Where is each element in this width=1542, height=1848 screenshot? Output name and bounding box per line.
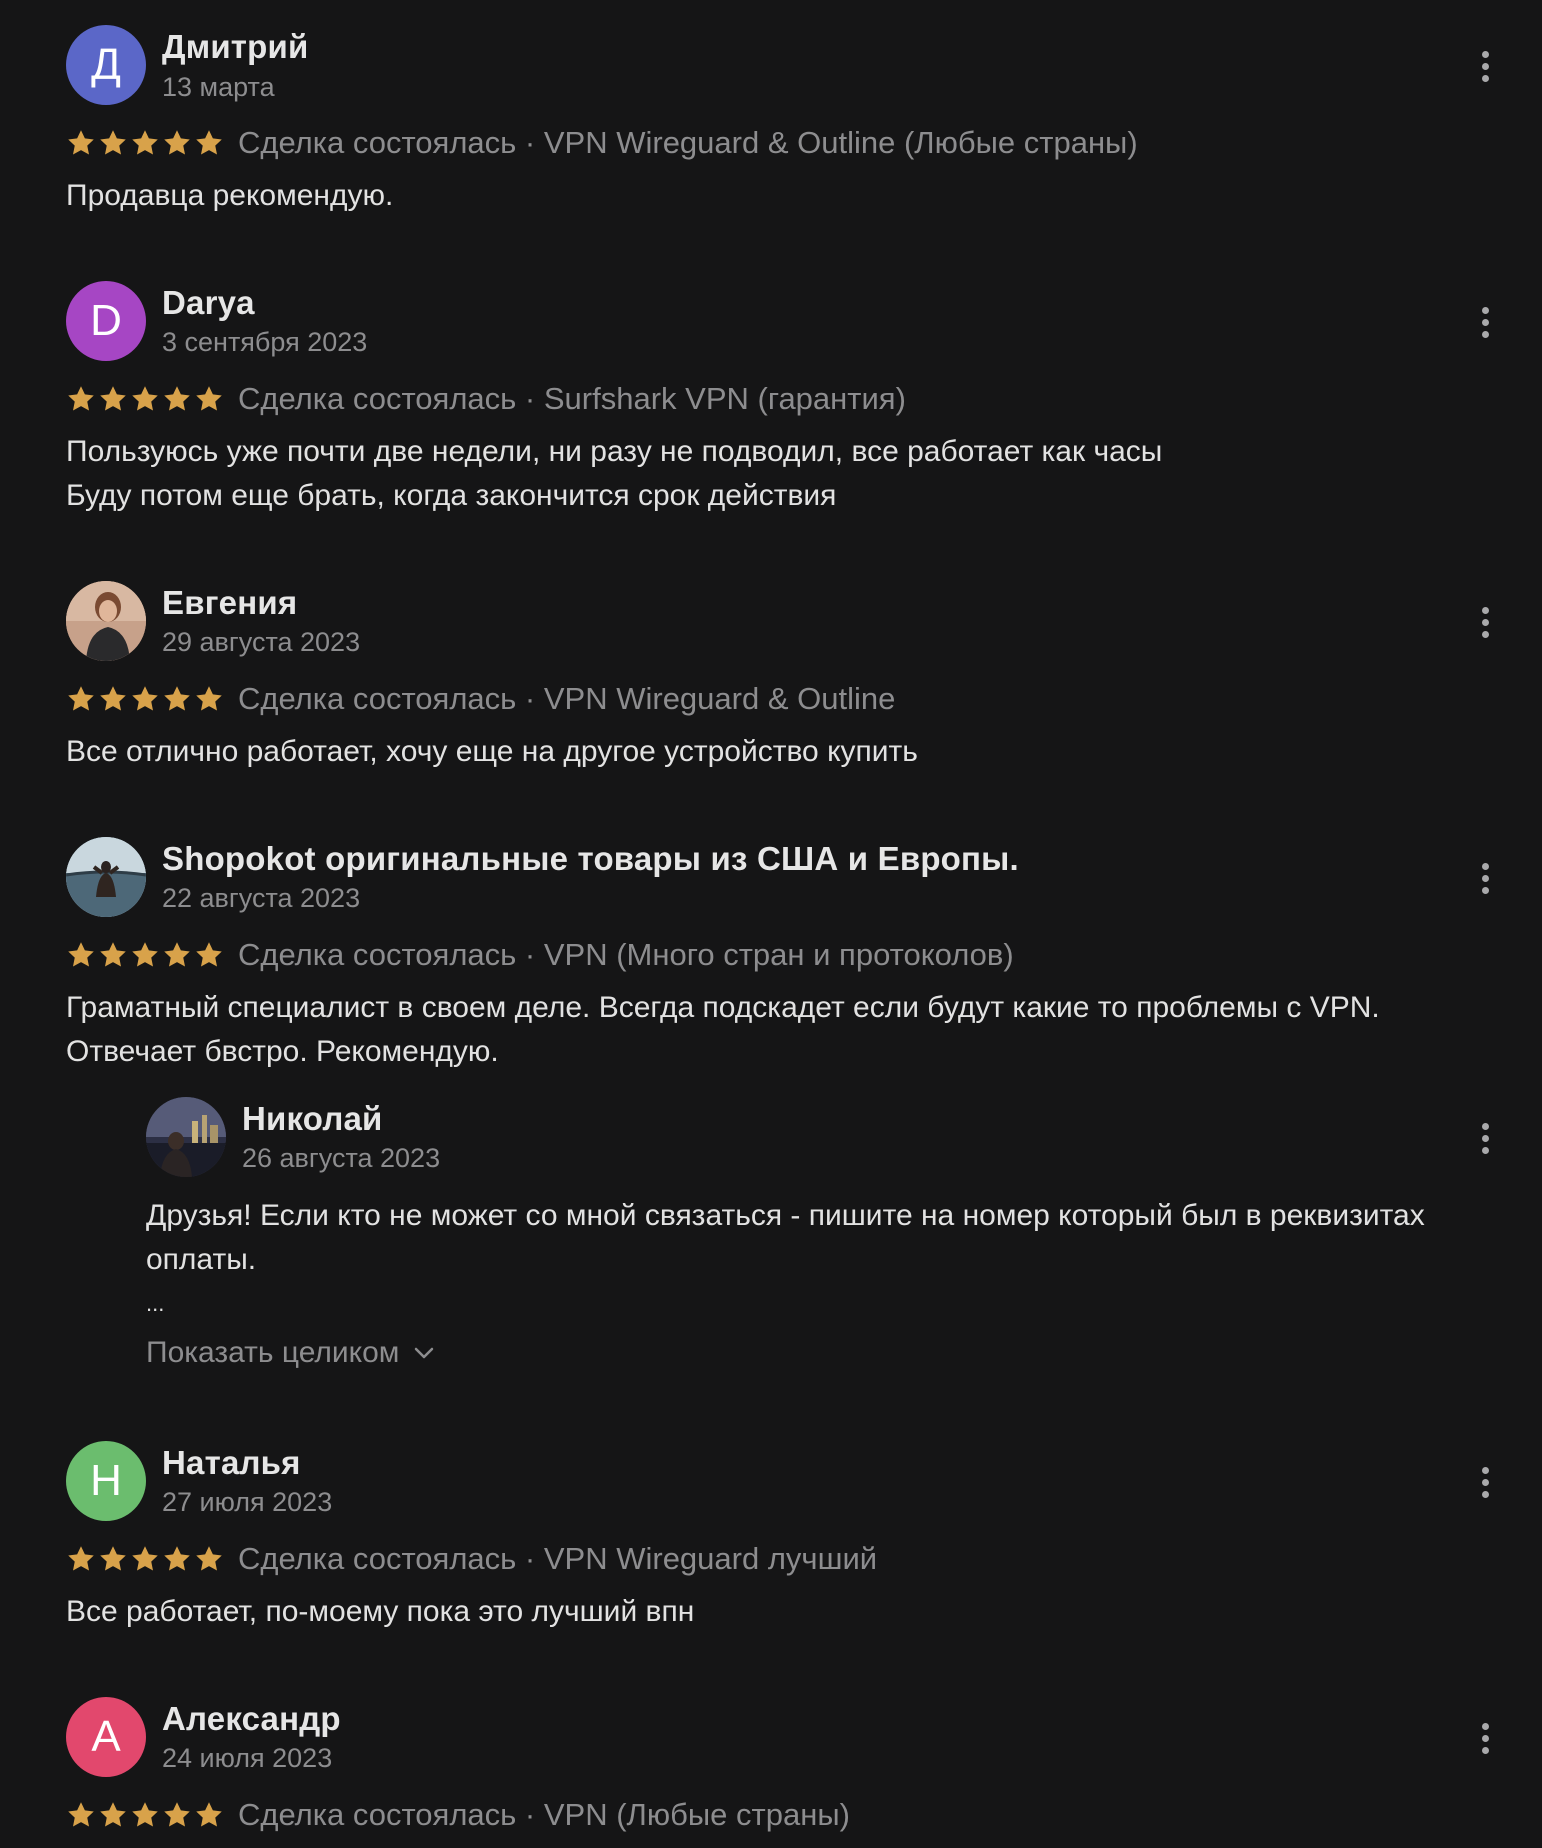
more-options-icon[interactable] xyxy=(1470,1118,1500,1158)
avatar[interactable]: Д xyxy=(66,25,146,105)
star-rating xyxy=(66,684,224,714)
show-full-button[interactable]: Показать целиком xyxy=(146,1336,435,1370)
star-icon xyxy=(164,130,190,155)
reviewer-name[interactable]: Евгения xyxy=(162,584,297,622)
avatar[interactable]: А xyxy=(66,1697,146,1777)
review-date: 13 марта xyxy=(162,72,275,102)
avatar-photo[interactable] xyxy=(66,837,146,917)
star-icon xyxy=(68,942,94,967)
reviewer-name[interactable]: Наталья xyxy=(162,1444,301,1482)
star-icon xyxy=(68,1546,94,1571)
reply-text-line: Друзья! Если кто не может со мной связат… xyxy=(146,1199,1425,1232)
rating-line: Сделка состоялась · VPN Wireguard & Outl… xyxy=(66,679,895,719)
review-text-line: Все отлично работает, хочу еще на другое… xyxy=(66,735,918,768)
star-icon xyxy=(196,1546,222,1571)
rating-line: Сделка состоялась · VPN Wireguard лучший xyxy=(66,1539,877,1579)
star-icon xyxy=(164,942,190,967)
star-rating xyxy=(66,1800,224,1830)
more-options-icon[interactable] xyxy=(1470,602,1500,642)
star-rating xyxy=(66,128,224,158)
more-options-icon[interactable] xyxy=(1470,1718,1500,1758)
review-text-line: Все работает, по-моему пока это лучший в… xyxy=(66,1595,695,1628)
star-rating xyxy=(66,1544,224,1574)
rating-line: Сделка состоялась · VPN (Любые страны) xyxy=(66,1795,850,1835)
more-options-icon[interactable] xyxy=(1470,46,1500,86)
star-icon xyxy=(164,1546,190,1571)
reply-date: 26 августа 2023 xyxy=(242,1143,441,1173)
deal-info: Сделка состоялась · VPN Wireguard & Outl… xyxy=(238,125,1138,160)
review-date: 22 августа 2023 xyxy=(162,883,361,913)
star-icon xyxy=(196,942,222,967)
reviews-page: Д Дмитрий 13 марта Сделка состоялась · V… xyxy=(0,0,1542,1848)
deal-info: Сделка состоялась · VPN Wireguard лучший xyxy=(238,1541,878,1576)
avatar-letter: Н xyxy=(90,1456,122,1505)
review-text-line: Продавца рекомендую. xyxy=(66,179,394,212)
star-icon xyxy=(132,1546,158,1571)
reply-avatar-photo[interactable] xyxy=(146,1097,226,1177)
star-icon xyxy=(100,686,126,711)
star-icon xyxy=(100,386,126,411)
star-icon xyxy=(68,686,94,711)
review-date: 3 сентября 2023 xyxy=(162,327,368,357)
star-icon xyxy=(68,1802,94,1827)
deal-info: Сделка состоялась · VPN Wireguard & Outl… xyxy=(238,681,896,716)
avatar-letter: А xyxy=(91,1712,121,1761)
star-icon xyxy=(164,386,190,411)
star-rating xyxy=(66,940,224,970)
star-icon xyxy=(196,386,222,411)
star-icon xyxy=(196,1802,222,1827)
city-photo-icon xyxy=(146,1097,226,1177)
rating-line: Сделка состоялась · Surfshark VPN (гаран… xyxy=(66,379,906,419)
star-rating xyxy=(66,384,224,414)
deal-info: Сделка состоялась · VPN (Любые страны) xyxy=(238,1797,850,1832)
star-icon xyxy=(132,686,158,711)
show-full-label: Показать целиком xyxy=(146,1336,400,1369)
more-options-icon[interactable] xyxy=(1470,302,1500,342)
deal-info: Сделка состоялась · VPN (Много стран и п… xyxy=(238,937,1014,972)
star-icon xyxy=(132,1802,158,1827)
deal-info: Сделка состоялась · Surfshark VPN (гаран… xyxy=(238,381,906,416)
rating-line: Сделка состоялась · VPN (Много стран и п… xyxy=(66,935,1014,975)
avatar-letter: D xyxy=(90,296,122,345)
avatar-photo[interactable] xyxy=(66,581,146,661)
chevron-down-icon xyxy=(415,1347,434,1359)
reply-text-line: ... xyxy=(146,1291,165,1316)
review-text-line: Отвечает бвстро. Рекомендую. xyxy=(66,1035,499,1068)
star-icon xyxy=(68,386,94,411)
reviewer-name[interactable]: Александр xyxy=(162,1700,341,1738)
review-date: 24 июля 2023 xyxy=(162,1743,333,1773)
star-icon xyxy=(164,686,190,711)
rating-line: Сделка состоялась · VPN Wireguard & Outl… xyxy=(66,123,1138,163)
star-icon xyxy=(132,130,158,155)
review-text-line: Буду потом еще брать, когда закончится с… xyxy=(66,479,837,512)
reply-author-name[interactable]: Николай xyxy=(242,1100,383,1138)
review-text-line: Пользуюсь уже почти две недели, ни разу … xyxy=(66,435,1163,468)
star-icon xyxy=(100,942,126,967)
star-icon xyxy=(100,1802,126,1827)
star-icon xyxy=(100,1546,126,1571)
avatar[interactable]: D xyxy=(66,281,146,361)
reviewer-name[interactable]: Shopokot оригинальные товары из США и Ев… xyxy=(162,840,1019,878)
landscape-photo-icon xyxy=(66,837,146,917)
star-icon xyxy=(132,386,158,411)
avatar-letter: Д xyxy=(91,40,121,89)
star-icon xyxy=(132,942,158,967)
avatar[interactable]: Н xyxy=(66,1441,146,1521)
review-text-line: Граматный специалист в своем деле. Всегд… xyxy=(66,991,1380,1024)
reply-text-line: оплаты. xyxy=(146,1243,257,1276)
star-icon xyxy=(196,130,222,155)
more-options-icon[interactable] xyxy=(1470,858,1500,898)
star-icon xyxy=(100,130,126,155)
review-date: 29 августа 2023 xyxy=(162,627,361,657)
review-date: 27 июля 2023 xyxy=(162,1487,333,1517)
person-photo-icon xyxy=(66,581,146,661)
star-icon xyxy=(196,686,222,711)
reviewer-name[interactable]: Darya xyxy=(162,284,255,322)
star-icon xyxy=(68,130,94,155)
star-icon xyxy=(164,1802,190,1827)
reviewer-name[interactable]: Дмитрий xyxy=(162,28,309,66)
more-options-icon[interactable] xyxy=(1470,1462,1500,1502)
